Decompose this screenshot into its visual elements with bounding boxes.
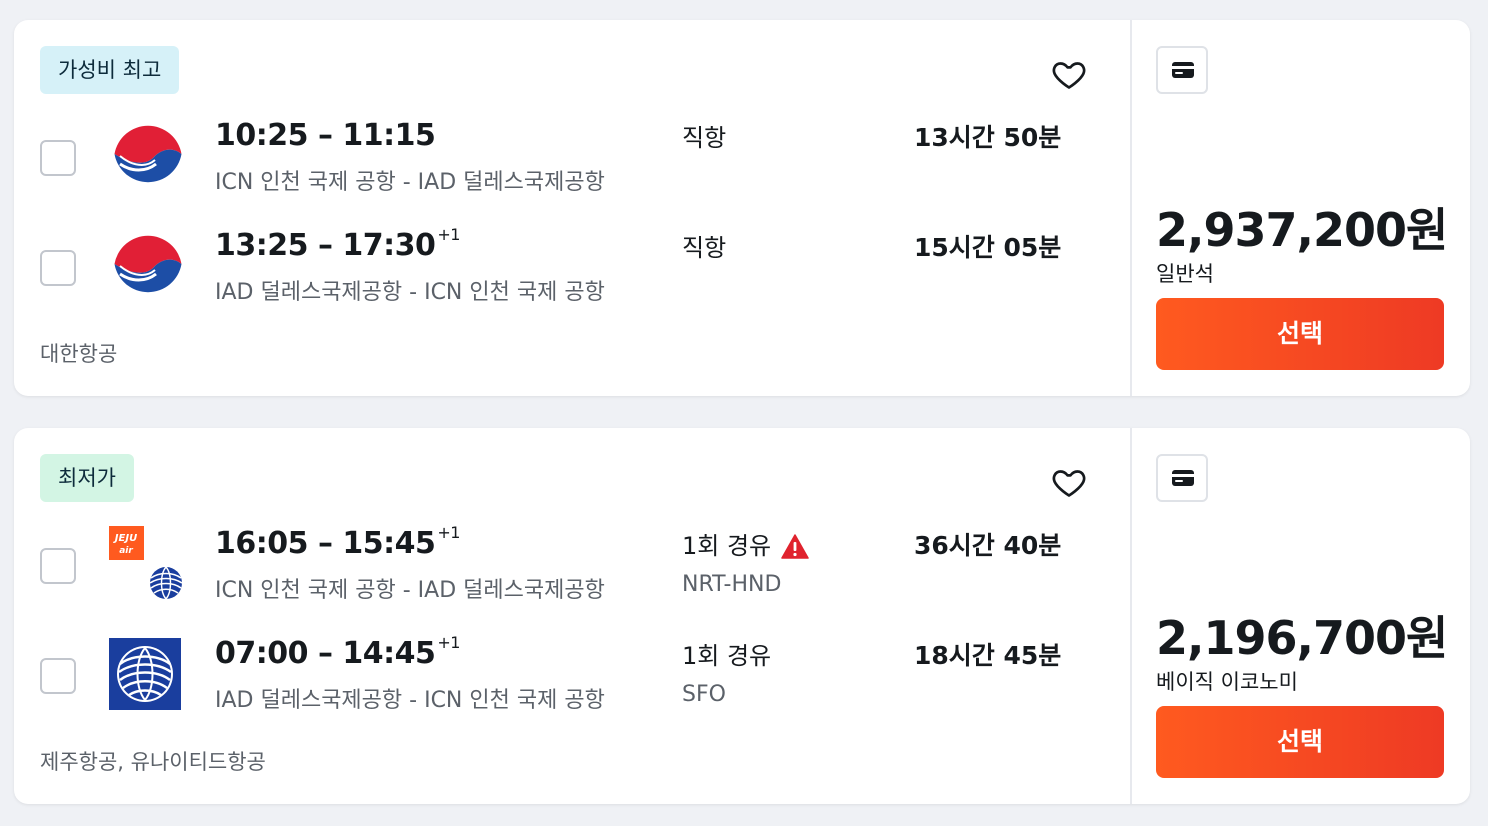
jeju-united-logo: JEJU air (109, 526, 189, 602)
korean-air-logo (114, 122, 182, 190)
flight-duration: 15시간 05분 (914, 233, 1062, 262)
flight-duration: 18시간 45분 (914, 641, 1062, 670)
payment-info-button[interactable] (1156, 454, 1208, 502)
stops-label: 1회 경유 (682, 642, 772, 670)
leg-checkbox[interactable] (40, 658, 76, 694)
credit-card-icon (1172, 470, 1194, 486)
cabin-class: 베이직 이코노미 (1156, 670, 1298, 694)
select-button[interactable]: 선택 (1156, 706, 1444, 778)
leg-checkbox[interactable] (40, 250, 76, 286)
flight-duration: 36시간 40분 (914, 531, 1062, 560)
flight-time: 07:00 – 14:45 +1 (215, 633, 460, 671)
flight-leg-row: 10:25 – 11:15 ICN 인천 국제 공항 - IAD 덜레스국제공항… (14, 108, 1130, 208)
cheapest-badge: 최저가 (40, 454, 134, 502)
flight-result-card: 가성비 최고 10:25 – 11:15 ICN 인천 국제 공항 - IAD … (14, 20, 1470, 396)
flight-route: IAD 덜레스국제공항 - ICN 인천 국제 공항 (215, 688, 605, 713)
flight-leg-row: 07:00 – 14:45 +1 IAD 덜레스국제공항 - ICN 인천 국제 … (14, 626, 1130, 726)
united-globe-small (147, 566, 185, 600)
leg-checkbox[interactable] (40, 548, 76, 584)
flight-time: 13:25 – 17:30 +1 (215, 225, 460, 263)
layover-airports: SFO (682, 682, 726, 707)
flight-time: 10:25 – 11:15 (215, 118, 436, 153)
flight-leg-row: JEJU air 16:05 – 15:45 +1 ICN 인천 국제 공항 - … (14, 516, 1130, 616)
credit-card-icon (1172, 62, 1194, 78)
united-logo (109, 638, 181, 710)
korean-air-logo (114, 232, 182, 300)
flight-time: 16:05 – 15:45 +1 (215, 523, 460, 561)
best-value-badge: 가성비 최고 (40, 46, 180, 94)
flight-route: IAD 덜레스국제공항 - ICN 인천 국제 공항 (215, 280, 605, 305)
flight-route: ICN 인천 국제 공항 - IAD 덜레스국제공항 (215, 170, 605, 195)
warning-triangle-icon[interactable] (781, 534, 809, 560)
card-divider (1130, 428, 1132, 804)
stops-label: 직항 (682, 124, 727, 152)
select-button[interactable]: 선택 (1156, 298, 1444, 370)
card-divider (1130, 20, 1132, 396)
airline-names: 제주항공, 유나이티드항공 (40, 750, 266, 774)
price-amount: 2,937,200원 (1156, 203, 1448, 257)
stops-label: 1회 경유 (682, 526, 809, 561)
airline-names: 대한항공 (40, 342, 118, 366)
price-amount: 2,196,700원 (1156, 611, 1448, 665)
jeju-air-logo: JEJU air (109, 526, 185, 600)
heart-icon[interactable] (1050, 464, 1088, 500)
svg-text:JEJU: JEJU (113, 533, 137, 544)
flight-route: ICN 인천 국제 공항 - IAD 덜레스국제공항 (215, 578, 605, 603)
leg-checkbox[interactable] (40, 140, 76, 176)
flight-duration: 13시간 50분 (914, 123, 1062, 152)
flight-leg-row: 13:25 – 17:30 +1 IAD 덜레스국제공항 - ICN 인천 국제 … (14, 218, 1130, 318)
layover-airports: NRT-HND (682, 572, 782, 597)
svg-text:air: air (119, 546, 133, 556)
flight-result-card: 최저가 JEJU air 16:05 – 15:45 +1 ICN 인천 국제 공… (14, 428, 1470, 804)
heart-icon[interactable] (1050, 56, 1088, 92)
payment-info-button[interactable] (1156, 46, 1208, 94)
stops-label: 직항 (682, 234, 727, 262)
cabin-class: 일반석 (1156, 262, 1214, 286)
